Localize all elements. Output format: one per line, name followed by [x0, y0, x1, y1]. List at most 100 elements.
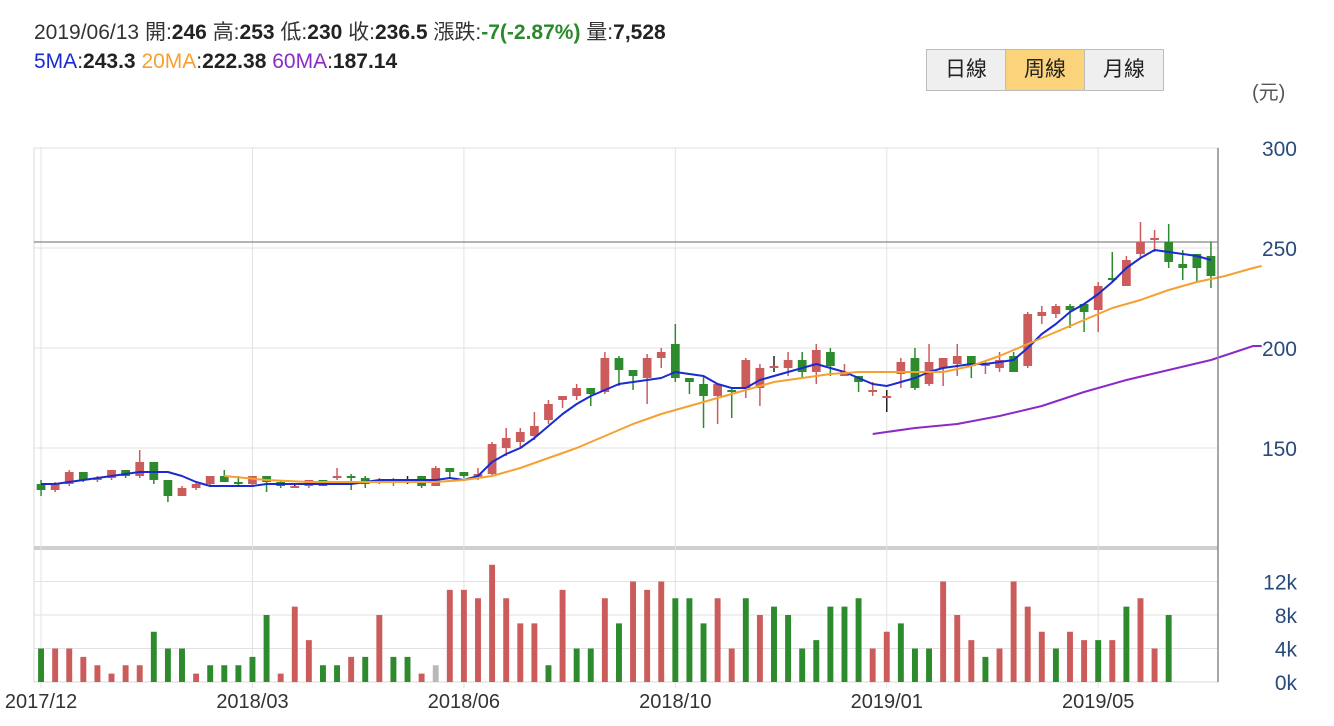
- volume-bar: [277, 673, 284, 682]
- volume-bar: [968, 640, 975, 682]
- volume-bar: [249, 656, 256, 682]
- volume-bar: [672, 598, 679, 682]
- candle-body: [882, 396, 892, 398]
- volume-bar: [362, 656, 369, 682]
- volume-bar: [615, 623, 622, 682]
- volume-bar: [94, 665, 101, 682]
- volume-bar: [756, 615, 763, 682]
- candle-body: [1023, 314, 1033, 366]
- candle-body: [797, 360, 807, 372]
- candle-body: [163, 480, 173, 496]
- volume-bar: [164, 648, 171, 682]
- volume-tick-label: 8k: [1275, 605, 1298, 628]
- volume-bar: [235, 665, 242, 682]
- candle-body: [952, 356, 962, 364]
- volume-bar: [742, 598, 749, 682]
- candle-body: [248, 476, 257, 484]
- volume-bar: [390, 656, 397, 682]
- volume-bar: [52, 648, 59, 682]
- volume-bar: [573, 648, 580, 682]
- price-tick-label: 300: [1262, 138, 1297, 161]
- candle-body: [1093, 286, 1103, 310]
- candle-body: [614, 358, 624, 370]
- volume-bar: [475, 598, 481, 682]
- volume-bar: [136, 665, 143, 682]
- ma60-line: [872, 345, 1262, 435]
- volume-bar: [489, 564, 496, 682]
- volume-bar: [503, 598, 510, 682]
- candle-body: [727, 390, 737, 392]
- volume-bar: [179, 648, 185, 682]
- volume-bar: [446, 589, 453, 682]
- price-tick-label: 150: [1262, 438, 1297, 461]
- candle-body: [558, 396, 567, 400]
- candle-body: [1122, 260, 1131, 286]
- volume-bar: [263, 615, 270, 682]
- price-tick-label: 200: [1262, 338, 1297, 361]
- candle-body: [515, 432, 525, 442]
- volume-bar: [193, 673, 200, 682]
- volume-bar: [658, 581, 665, 682]
- candle-body: [938, 358, 948, 368]
- volume-bar: [813, 640, 820, 682]
- date-tick-label: 2019/05: [1062, 691, 1134, 713]
- volume-bar: [926, 648, 933, 682]
- volume-bar: [150, 631, 157, 682]
- candle-body: [234, 482, 243, 484]
- candle-body: [656, 352, 666, 358]
- volume-tick-label: 4k: [1275, 639, 1298, 662]
- candle-body: [741, 360, 751, 388]
- candle-body: [642, 358, 652, 378]
- candle-body: [699, 384, 708, 396]
- volume-bar: [517, 623, 524, 682]
- volume-bar: [799, 648, 806, 682]
- volume-bar: [954, 615, 961, 682]
- candle-body: [685, 378, 694, 382]
- volume-bar: [38, 648, 45, 682]
- volume-bar: [1067, 631, 1073, 682]
- volume-bar: [940, 581, 947, 682]
- volume-bar: [1095, 640, 1102, 682]
- candle-body: [544, 404, 553, 420]
- volume-bar: [305, 640, 312, 682]
- volume-bar: [785, 615, 792, 682]
- volume-bar: [66, 648, 73, 682]
- candle-body: [586, 388, 596, 394]
- volume-bar: [996, 648, 1003, 682]
- volume-bar: [80, 656, 87, 682]
- volume-bar: [221, 665, 228, 682]
- volume-bar: [630, 581, 637, 682]
- volume-bar: [982, 656, 989, 682]
- candle-body: [826, 352, 835, 366]
- volume-bar: [207, 665, 214, 682]
- candle-body: [431, 468, 441, 486]
- price-tick-label: 250: [1262, 238, 1297, 261]
- date-tick-label: 2018/03: [216, 691, 288, 713]
- candle-body: [459, 472, 469, 476]
- volume-bar: [1123, 606, 1130, 682]
- date-tick-label: 2019/01: [851, 691, 923, 713]
- volume-bar: [1024, 606, 1031, 682]
- volume-bar: [108, 673, 115, 682]
- candle-body: [177, 488, 187, 496]
- volume-bar: [897, 623, 904, 682]
- volume-bar: [432, 665, 439, 682]
- volume-bar: [700, 623, 707, 682]
- volume-bar: [460, 589, 467, 682]
- volume-tick-label: 12k: [1263, 572, 1297, 595]
- volume-bar: [404, 656, 411, 682]
- candle-body: [600, 358, 610, 392]
- volume-bar: [728, 648, 735, 682]
- volume-bar: [855, 598, 862, 682]
- candle-body: [1136, 242, 1145, 254]
- volume-bar: [1109, 640, 1116, 682]
- volume-bar: [587, 648, 594, 682]
- volume-bar: [1137, 598, 1144, 682]
- candle-body: [445, 468, 455, 472]
- volume-bar: [1038, 631, 1045, 682]
- volume-bar: [319, 665, 326, 682]
- volume-bar: [1081, 640, 1088, 682]
- volume-bar: [418, 673, 425, 682]
- candle-body: [783, 360, 793, 368]
- candle-body: [205, 476, 215, 484]
